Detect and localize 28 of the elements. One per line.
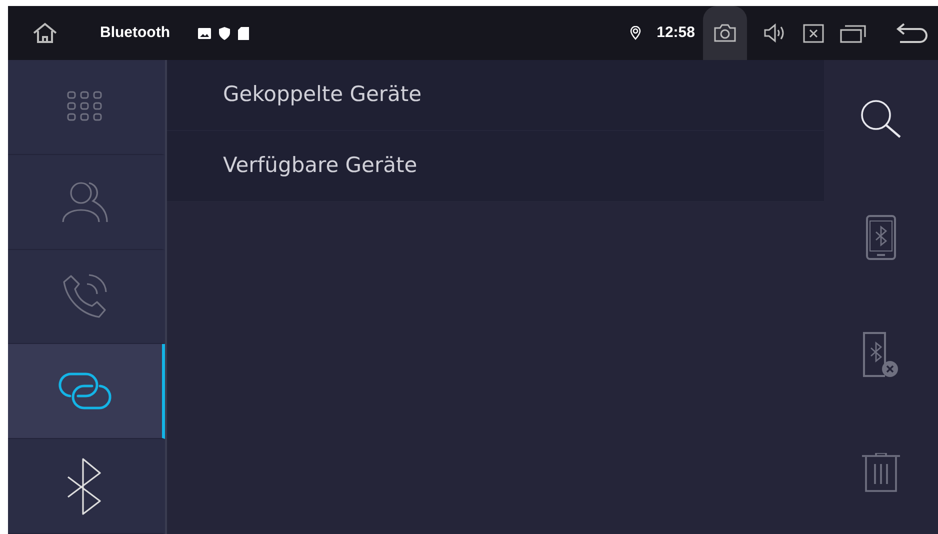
image-icon: [198, 28, 211, 38]
chain-link-icon: [58, 372, 112, 410]
clock-time: 12:58: [656, 22, 695, 43]
recent-apps-button[interactable]: [840, 24, 866, 42]
sidebar-tab[interactable]: [8, 439, 165, 534]
sidebar-tab[interactable]: [8, 344, 165, 440]
close-icon: [803, 24, 824, 42]
bluetooth-phone-x-icon: [863, 332, 899, 378]
location-icon: [630, 26, 641, 40]
bluetooth-icon: [66, 457, 104, 516]
screenshot-button[interactable]: [703, 6, 747, 60]
device-list-item[interactable]: Gekoppelte Geräte: [167, 60, 824, 131]
close-app-button[interactable]: [803, 24, 824, 42]
phone-call-icon: [61, 272, 109, 320]
trash-icon: [861, 453, 901, 493]
shield-icon: [218, 26, 230, 40]
app-title: Bluetooth: [100, 22, 170, 43]
sd-card-icon: [238, 26, 249, 40]
contacts-icon: [61, 180, 109, 223]
camera-icon: [714, 24, 736, 42]
back-arrow-icon: [896, 22, 928, 44]
windows-icon: [840, 24, 866, 42]
bluetooth-phone-icon: [866, 214, 896, 260]
home-icon[interactable]: [32, 22, 58, 44]
back-button[interactable]: [896, 22, 928, 44]
apps-grid-icon: [67, 90, 103, 123]
search-icon: [860, 99, 902, 139]
device-list-item[interactable]: Verfügbare Geräte: [167, 131, 824, 202]
